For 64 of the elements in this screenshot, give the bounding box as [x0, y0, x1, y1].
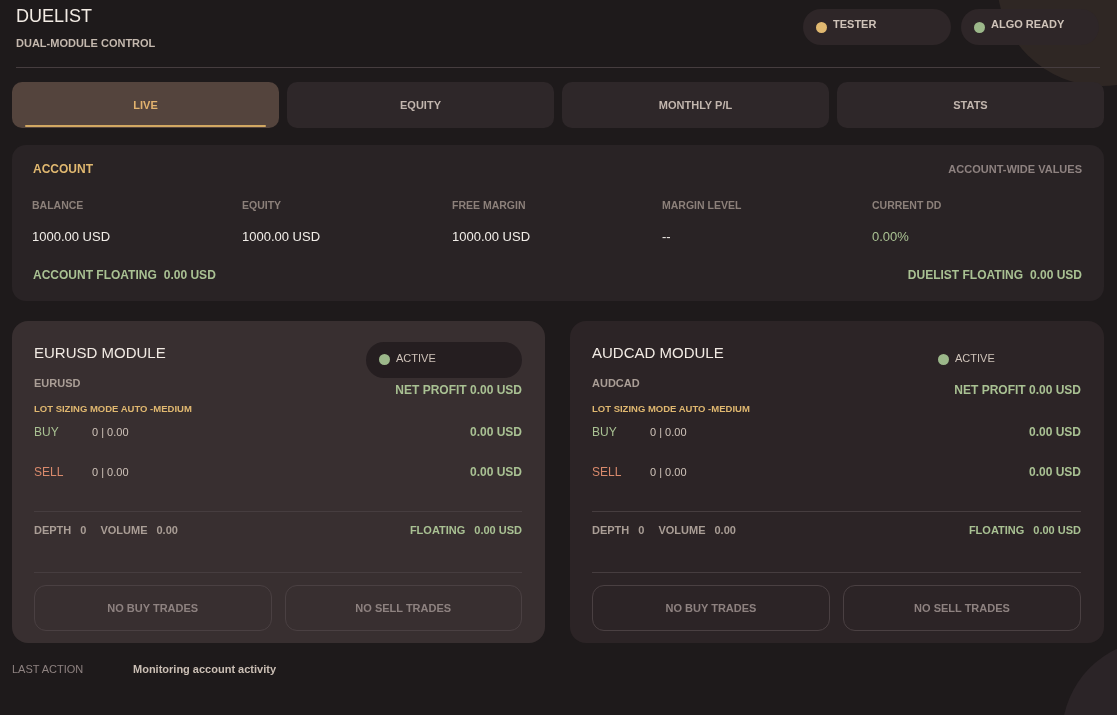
side-label: SELL — [34, 465, 65, 479]
metric-value: -- — [662, 229, 671, 245]
position-summary: 0 | 0.00 — [650, 465, 687, 479]
floating-value: 0.00 USD — [1029, 268, 1082, 282]
side-pnl: 0.00 USD — [1028, 425, 1081, 439]
floating-value: 0.00 USD — [1033, 523, 1081, 537]
metric-value: 1000.00 USD — [32, 229, 111, 245]
floating-label: FLOATING — [409, 523, 466, 537]
empty-trades-panel: NO BUY TRADES — [592, 585, 830, 631]
empty-trades-panel: NO SELL TRADES — [284, 585, 522, 631]
stat-value: 0 — [80, 523, 87, 537]
net-profit: NET PROFIT 0.00 USD — [954, 383, 1081, 397]
stat-label: VOLUME — [100, 523, 148, 537]
metric-label: MARGIN LEVEL — [662, 199, 742, 211]
empty-trades-panel: NO BUY TRADES — [34, 585, 272, 631]
metric-label: FREE MARGIN — [452, 199, 526, 211]
app-title: DUELIST — [16, 5, 93, 27]
stat-label: VOLUME — [658, 523, 706, 537]
module-status: ACTIVE — [925, 342, 1081, 378]
tab[interactable]: STATS — [837, 82, 1104, 128]
stat-value: 0.00 — [156, 523, 178, 537]
floating-label: DUELIST FLOATING — [907, 268, 1023, 282]
stat-value: 0 — [638, 523, 645, 537]
metric-value: 1000.00 USD — [242, 229, 321, 245]
section-title: ACCOUNT — [33, 162, 93, 176]
module-title: EURUSD MODULE — [34, 343, 166, 363]
empty-trades-panel: NO SELL TRADES — [843, 585, 1081, 631]
side-label: BUY — [34, 425, 60, 439]
metric-value: 1000.00 USD — [452, 229, 531, 245]
lot-sizing-mode: LOT SIZING MODE AUTO -MEDIUM — [592, 403, 750, 415]
net-profit: NET PROFIT 0.00 USD — [395, 383, 522, 397]
side-label: BUY — [592, 425, 618, 439]
module-symbol: EURUSD — [34, 376, 81, 390]
stat-value: 0.00 — [714, 523, 736, 537]
status-badge: ALGO READY — [961, 9, 1099, 45]
position-summary: 0 | 0.00 — [650, 425, 687, 439]
side-pnl: 0.00 USD — [469, 465, 522, 479]
tab[interactable]: LIVE — [12, 82, 279, 128]
floating-value: 0.00 USD — [163, 268, 216, 282]
side-pnl: 0.00 USD — [469, 425, 522, 439]
tab[interactable]: EQUITY — [287, 82, 554, 128]
module-symbol: AUDCAD — [592, 376, 640, 390]
app-subtitle: DUAL-MODULE CONTROL — [16, 36, 156, 50]
metric-value: 0.00% — [872, 229, 909, 245]
floating-value: 0.00 USD — [474, 523, 522, 537]
metric-label: EQUITY — [242, 199, 282, 211]
metric-label: BALANCE — [32, 199, 84, 211]
side-label: SELL — [592, 465, 623, 479]
last-action-text: Monitoring account activity — [133, 662, 276, 676]
tab[interactable]: MONTHLY P/L — [562, 82, 829, 128]
status-badge: TESTER — [803, 9, 951, 45]
module-status: ACTIVE — [366, 342, 522, 378]
side-pnl: 0.00 USD — [1028, 465, 1081, 479]
metric-label: CURRENT DD — [872, 199, 942, 211]
last-action-label: LAST ACTION — [12, 662, 85, 676]
floating-label: ACCOUNT FLOATING — [33, 268, 157, 282]
position-summary: 0 | 0.00 — [92, 465, 129, 479]
module-title: AUDCAD MODULE — [592, 343, 724, 363]
stat-label: DEPTH — [592, 523, 630, 537]
floating-label: FLOATING — [968, 523, 1025, 537]
position-summary: 0 | 0.00 — [92, 425, 129, 439]
section-note: ACCOUNT-WIDE VALUES — [948, 162, 1082, 176]
lot-sizing-mode: LOT SIZING MODE AUTO -MEDIUM — [34, 403, 192, 415]
stat-label: DEPTH — [34, 523, 72, 537]
